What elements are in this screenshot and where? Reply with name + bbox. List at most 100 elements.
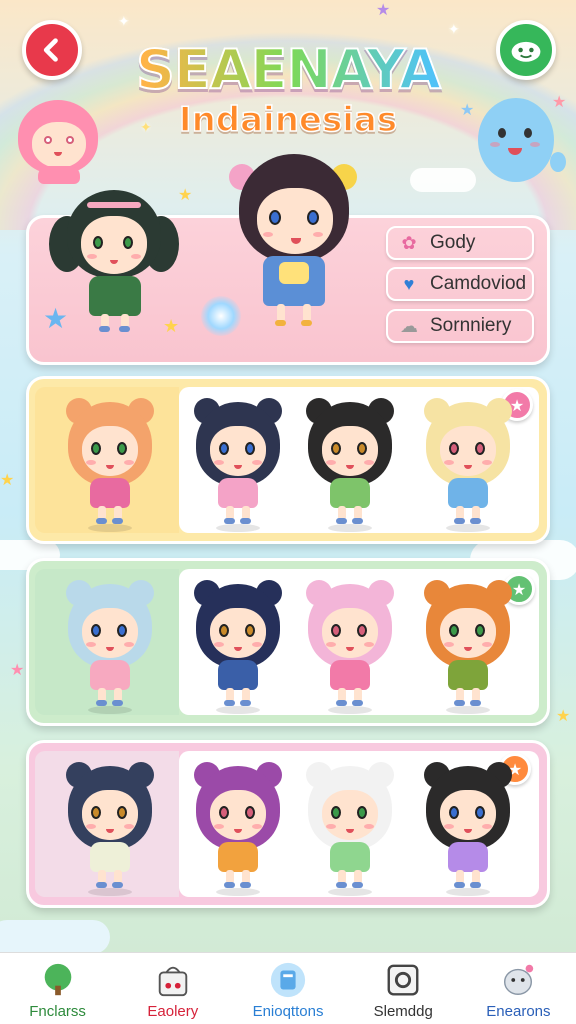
nav-item-eaolery[interactable]: Eaolery [115,953,230,1024]
character-eye [117,624,127,637]
character-shadow [328,888,372,896]
character-eye [357,624,367,637]
character-shadow [446,706,490,714]
character-body [218,842,258,872]
blue-seal-mascot [470,92,570,192]
character-body [90,842,130,872]
character-blush [86,642,96,647]
character-blush [214,460,224,465]
nav-label: Enioqttons [252,1003,324,1020]
nav-item-enioqttons[interactable]: Enioqttons [230,953,345,1024]
nav-label: Eaolery [147,1003,199,1020]
nav-item-enearons[interactable]: Enearons [461,953,576,1024]
character-blush [326,642,336,647]
character-shadow [88,524,132,532]
character-card[interactable] [60,576,160,716]
character-eye [475,806,485,819]
character-blush [444,824,454,829]
character-blush [124,824,134,829]
ghost-icon [499,961,537,999]
character-card[interactable] [188,576,288,716]
character-blush [326,460,336,465]
character-eye [117,806,127,819]
card-icon [269,961,307,999]
character-blush [326,824,336,829]
character-pigtail-girl[interactable] [49,190,179,350]
nav-item-slemddg[interactable]: Slemddg [346,953,461,1024]
nav-label: Enearons [486,1003,551,1020]
character-eye [245,442,255,455]
character-body [330,478,370,508]
character-shadow [446,888,490,896]
tree-icon [39,961,77,999]
character-eye [91,624,101,637]
star-decoration: ★ [556,706,571,725]
character-eye [91,442,101,455]
star-decoration: ★ [178,185,193,204]
cloud [0,920,110,954]
star-decoration: ★ [376,0,391,19]
character-shadow [328,524,372,532]
character-body [448,478,488,508]
character-card[interactable] [188,394,288,534]
character-card[interactable] [300,394,400,534]
heart-icon: ♥ [403,273,415,294]
character-main-girl[interactable] [219,148,369,348]
bottom-navigation: Fnclarss Eaolery Enioqttons Slemddg Enea… [0,952,576,1024]
featured-character-panel: ★ ★ ✿ Gody ♥ Camdoviod ☁ Sornniery [26,154,550,365]
star-decoration: ★ [43,302,69,335]
star-decoration: ★ [0,470,15,489]
frame-icon [384,961,422,999]
character-body [218,478,258,508]
character-blush [482,642,492,647]
character-card[interactable] [418,576,518,716]
character-eye [331,442,341,455]
option-camdoviod[interactable]: ♥ Camdoviod [386,267,534,301]
bag-icon [154,961,192,999]
character-body [90,660,130,690]
character-card[interactable] [300,758,400,898]
character-eye [449,806,459,819]
character-eye [357,442,367,455]
character-card[interactable] [60,394,160,534]
character-eye [91,806,101,819]
character-shadow [88,888,132,896]
option-label: Sornniery [430,315,512,336]
character-card[interactable] [418,394,518,534]
pink-mascot [18,100,104,190]
character-card[interactable] [418,758,518,898]
character-shadow [328,706,372,714]
sparkle-decoration: ✦ [448,22,460,38]
character-blush [214,824,224,829]
character-blush [482,460,492,465]
character-eye [219,806,229,819]
character-eye [245,806,255,819]
character-shadow [216,888,260,896]
character-blush [252,824,262,829]
character-blush [364,824,374,829]
character-eye [475,442,485,455]
character-card[interactable] [300,576,400,716]
character-body [330,660,370,690]
character-card[interactable] [188,758,288,898]
character-eye [331,624,341,637]
character-eye [449,442,459,455]
nav-item-fnclarss[interactable]: Fnclarss [0,953,115,1024]
character-shadow [216,524,260,532]
character-blush [482,824,492,829]
character-eye [357,806,367,819]
character-blush [214,642,224,647]
character-blush [364,642,374,647]
option-label: Gody [430,232,476,253]
character-blush [252,642,262,647]
character-card[interactable] [60,758,160,898]
option-gody[interactable]: ✿ Gody [386,226,534,260]
character-body [448,842,488,872]
nav-label: Slemddg [373,1003,433,1020]
character-eye [219,442,229,455]
character-blush [444,642,454,647]
option-label: Camdoviod [430,273,527,294]
magic-wand-glow [201,296,241,336]
option-sornniery[interactable]: ☁ Sornniery [386,309,534,343]
character-shadow [216,706,260,714]
